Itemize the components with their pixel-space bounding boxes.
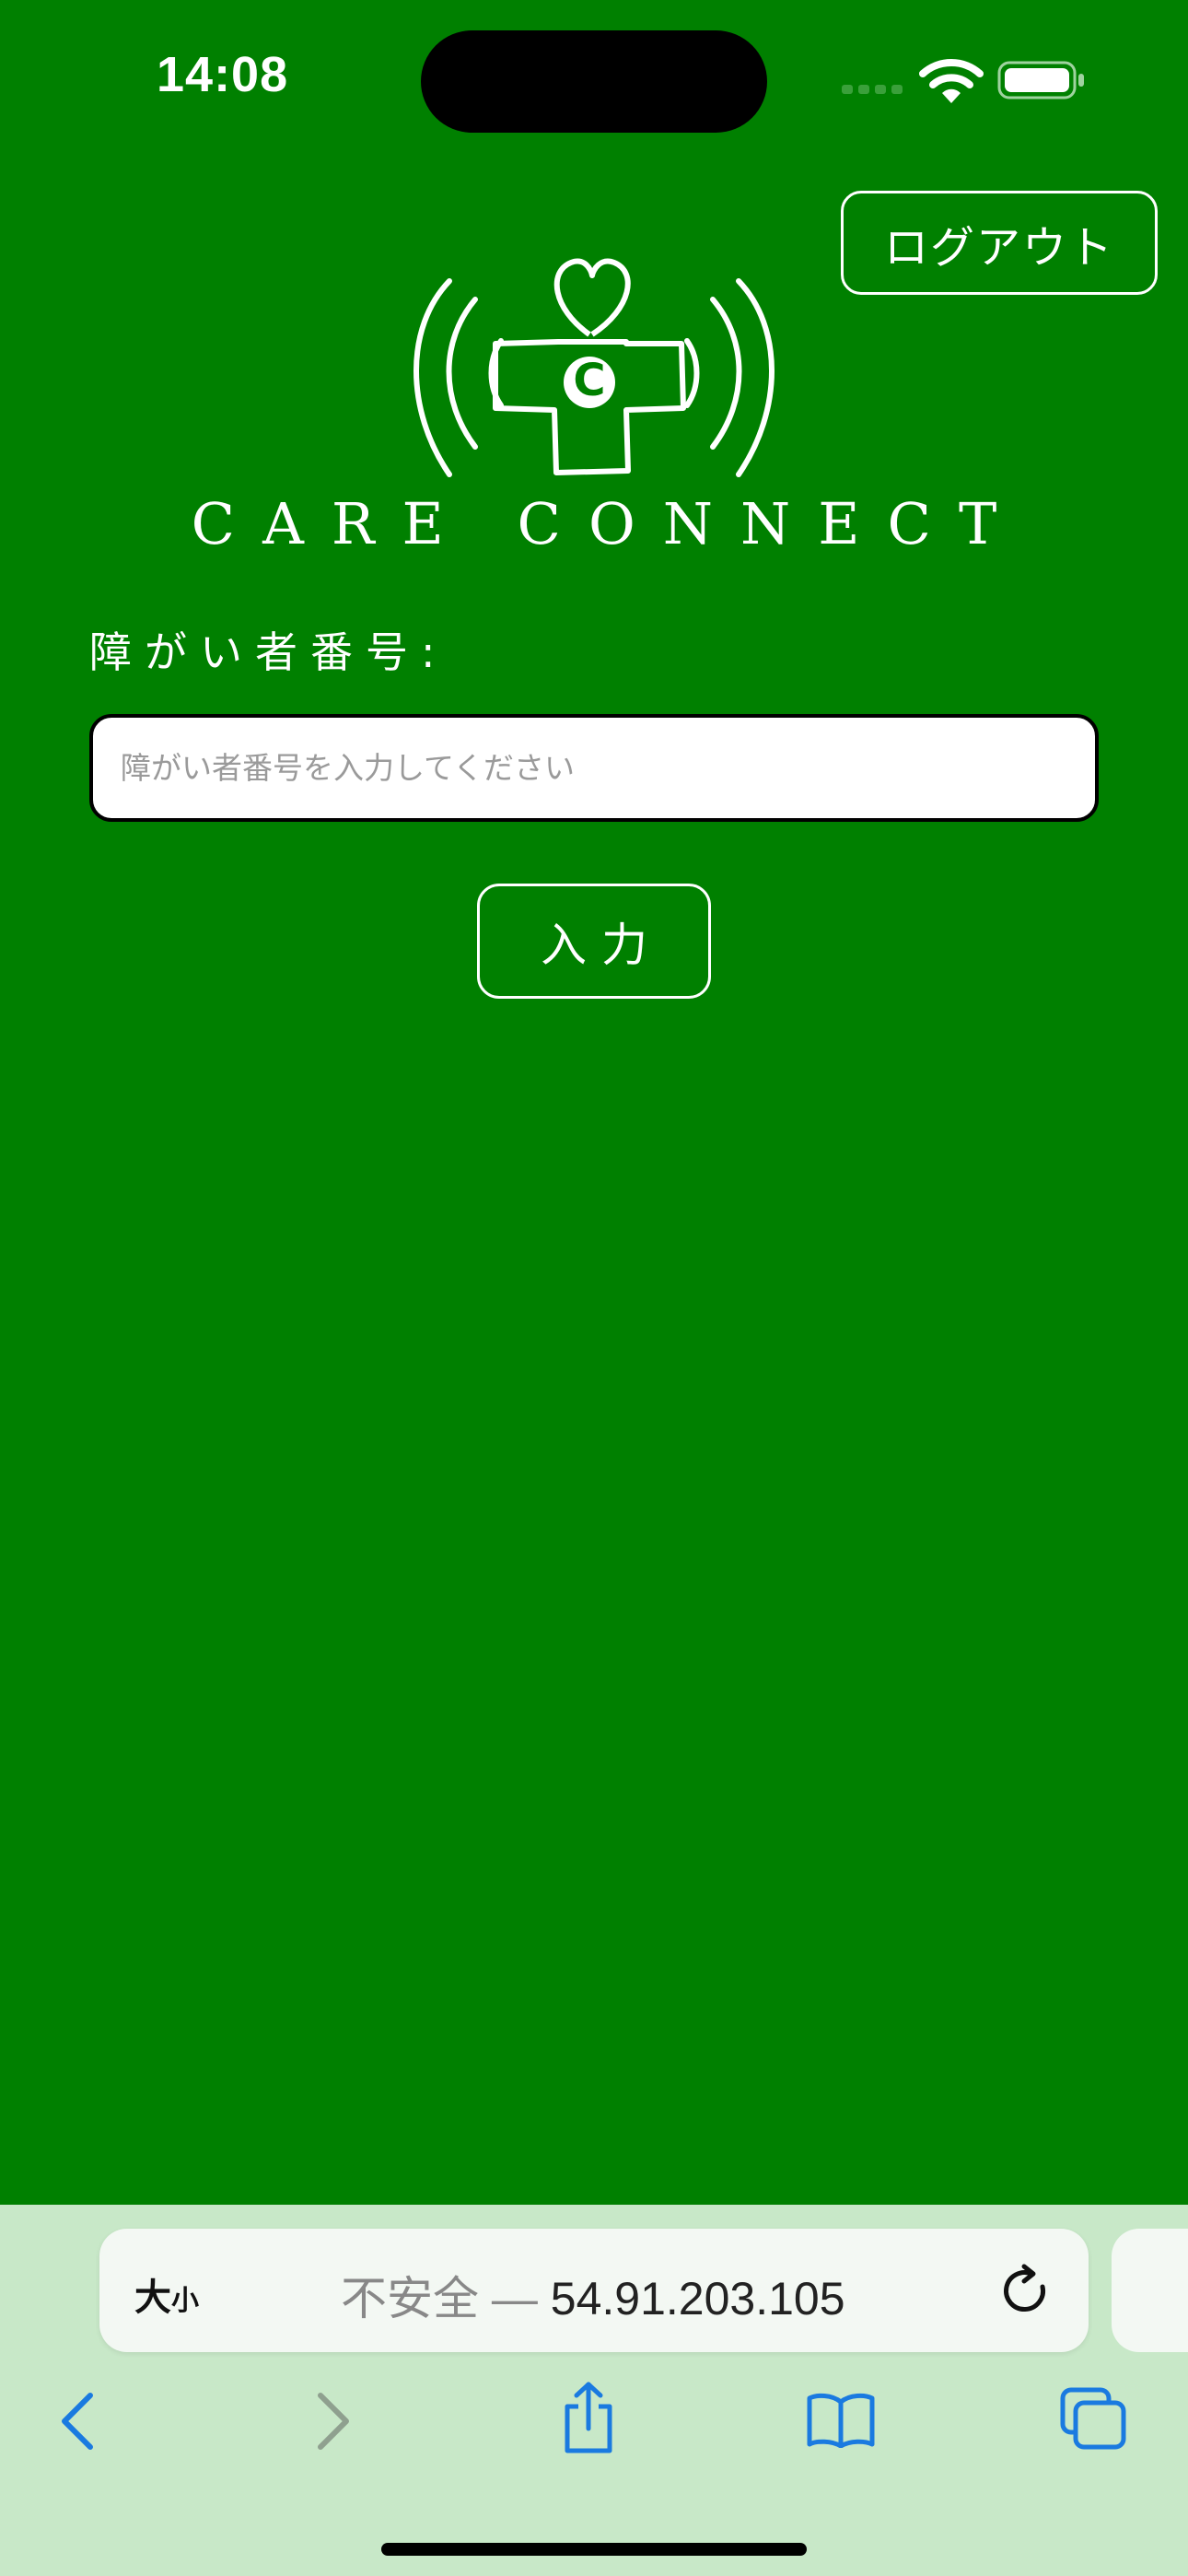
back-icon[interactable] bbox=[57, 2392, 98, 2451]
disability-number-label: 障がい者番号: bbox=[89, 627, 448, 677]
status-time: 14:08 bbox=[157, 47, 289, 102]
home-indicator bbox=[381, 2543, 807, 2556]
forward-icon[interactable] bbox=[313, 2392, 354, 2451]
wifi-icon bbox=[919, 59, 984, 103]
brand-name: CARE CONNECT bbox=[191, 490, 1025, 557]
cellular-signal-icon bbox=[842, 85, 903, 94]
share-icon[interactable] bbox=[558, 2381, 619, 2454]
url-display[interactable]: 不安全 — 54.91.203.105 bbox=[341, 2262, 845, 2328]
text-size-button[interactable]: 大小 bbox=[134, 2267, 199, 2321]
logout-button[interactable]: ログアウト bbox=[841, 191, 1158, 295]
bookmarks-icon[interactable] bbox=[806, 2393, 876, 2448]
url-host: 54.91.203.105 bbox=[550, 2273, 845, 2324]
disability-number-input[interactable] bbox=[89, 714, 1099, 822]
text-size-small: 小 bbox=[171, 2285, 199, 2317]
text-size-large: 大 bbox=[134, 2277, 171, 2319]
tabs-icon[interactable] bbox=[1059, 2386, 1127, 2451]
submit-button[interactable]: 入力 bbox=[477, 884, 711, 999]
insecure-prefix: 不安全 — bbox=[341, 2273, 551, 2324]
next-tab-preview[interactable] bbox=[1112, 2229, 1188, 2352]
logo-badge-letter: C bbox=[573, 355, 606, 406]
dynamic-island bbox=[421, 30, 767, 133]
reload-icon[interactable] bbox=[1000, 2263, 1054, 2318]
battery-icon bbox=[997, 61, 1084, 100]
